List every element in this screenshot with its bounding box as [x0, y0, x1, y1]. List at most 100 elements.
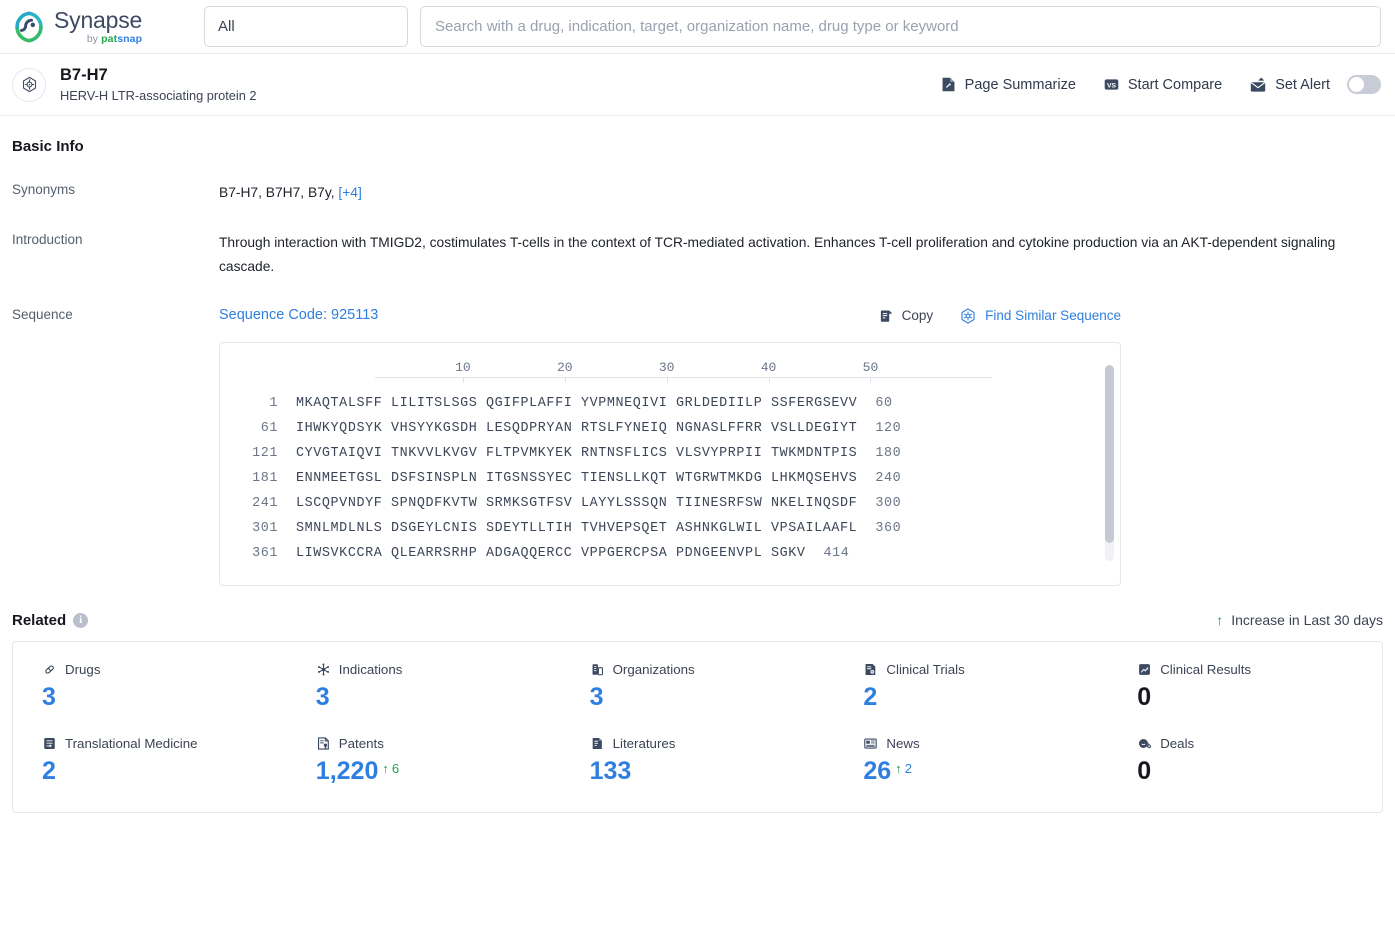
- logo-snap: snap: [117, 32, 143, 45]
- set-alert-toggle[interactable]: [1347, 75, 1381, 94]
- stat-value: 133: [589, 756, 632, 785]
- stat-label-text: Clinical Trials: [886, 661, 965, 677]
- stat-value-wrap: 2: [42, 757, 287, 786]
- stat-value: 2: [42, 756, 56, 785]
- stat-label: Clinical Results: [1137, 662, 1382, 677]
- toggle-knob: [1349, 77, 1364, 92]
- sequence-line-residues: LIWSVKCCRA QLEARRSRHP ADGAQQERCC VPPGERC…: [296, 545, 806, 561]
- stat-value: 3: [315, 682, 330, 711]
- logo-pat: pat: [101, 32, 118, 45]
- translational-icon: [42, 736, 57, 751]
- svg-text:VS: VS: [1107, 82, 1117, 89]
- related-stat-deals[interactable]: Deals 0: [1108, 736, 1382, 786]
- clinical-results-icon: [1137, 662, 1152, 677]
- related-stat-organizations[interactable]: Organizations 3: [561, 662, 835, 712]
- stat-value-wrap: 3: [590, 683, 835, 712]
- sequence-line-start: 361: [252, 545, 278, 561]
- search-scope-value: All: [218, 18, 235, 35]
- copy-label: Copy: [901, 308, 934, 324]
- stat-label-text: Translational Medicine: [65, 735, 198, 751]
- page-summarize-label: Page Summarize: [964, 76, 1076, 93]
- related-stat-clinical-results[interactable]: Clinical Results 0: [1108, 662, 1382, 712]
- start-compare-button[interactable]: VS Start Compare: [1103, 76, 1222, 93]
- stat-label-text: Organizations: [612, 661, 695, 677]
- sequence-line-residues: MKAQTALSFF LILITSLSGS QGIFPLAFFI YVPMNEQ…: [296, 395, 858, 411]
- stat-label-text: Indications: [338, 661, 403, 677]
- stat-label-text: Literatures: [612, 735, 676, 751]
- stat-value-wrap: 133: [590, 757, 835, 786]
- stat-label-text: Drugs: [65, 661, 101, 677]
- search-input[interactable]: [435, 18, 1366, 35]
- logo-wordmark: Synapse: [54, 6, 143, 33]
- find-similar-sequence-button[interactable]: Find Similar Sequence: [959, 304, 1121, 328]
- stat-label: Literatures: [590, 736, 835, 751]
- sequence-scrollbar[interactable]: [1105, 364, 1114, 561]
- stat-value: 2: [863, 682, 878, 711]
- related-legend-label: Increase in Last 30 days: [1231, 612, 1383, 629]
- stat-value-wrap: 3: [42, 683, 287, 712]
- ruler-tick: [666, 376, 668, 383]
- sequence-line-start: 61: [260, 420, 278, 436]
- stat-value: 0: [1137, 682, 1152, 711]
- sequence-code-link[interactable]: Sequence Code: 925113: [219, 303, 378, 328]
- sequence-line-end: 300: [875, 495, 902, 511]
- sequence-line: 1 MKAQTALSFF LILITSLSGS QGIFPLAFFI YVPMNE…: [220, 391, 1120, 416]
- main-content: Basic Info Synonyms B7-H7, B7H7, B7y, [+…: [0, 138, 1395, 813]
- ruler-tick: [768, 376, 770, 383]
- stat-value-wrap: 1,220 ↑ 6: [316, 757, 561, 786]
- stat-value-wrap: 26 ↑ 2: [863, 757, 1108, 786]
- search-bar[interactable]: [420, 6, 1381, 47]
- entity-actions: Page Summarize VS Start Compare Set Aler…: [940, 75, 1381, 94]
- page-summarize-button[interactable]: Page Summarize: [940, 76, 1076, 93]
- sequence-ruler-line: [375, 376, 992, 378]
- stat-value-wrap: 0: [1137, 757, 1382, 786]
- related-stat-patents[interactable]: Patents 1,220 ↑ 6: [287, 736, 561, 786]
- related-title: Related: [12, 611, 67, 629]
- sequence-lines: 1 MKAQTALSFF LILITSLSGS QGIFPLAFFI YVPMNE…: [220, 391, 1120, 566]
- sequence-line-residues: IHWKYQDSYK VHSYYKGSDH LESQDPRYAN RTSLFYN…: [296, 420, 858, 436]
- arrow-up-icon: ↑: [382, 760, 389, 776]
- stat-label: Indications: [316, 662, 561, 677]
- stat-delta-value: 6: [391, 760, 400, 776]
- synonyms-more-link[interactable]: [+4]: [338, 185, 361, 200]
- literature-icon: [590, 736, 605, 751]
- related-stat-news[interactable]: News 26 ↑ 2: [834, 736, 1108, 786]
- sequence-tools: Copy Find Similar Sequence: [878, 304, 1121, 328]
- stat-label: Patents: [316, 736, 561, 751]
- stat-label: Organizations: [590, 662, 835, 677]
- sequence-panel: Sequence Code: 925113 Copy Find Similar …: [219, 303, 1121, 586]
- stat-label: Translational Medicine: [42, 736, 287, 751]
- related-stat-indications[interactable]: Indications 3: [287, 662, 561, 712]
- stat-label-text: Deals: [1160, 735, 1195, 751]
- stat-value: 1,220: [315, 756, 379, 785]
- sequence-line-end: 240: [875, 470, 902, 486]
- copy-sequence-button[interactable]: Copy: [878, 304, 934, 328]
- stat-delta: ↑ 2: [895, 761, 912, 776]
- entity-subtitle: HERV-H LTR-associating protein 2: [60, 88, 257, 104]
- sequence-line-start: 1: [269, 395, 278, 411]
- entity-header: B7-H7 HERV-H LTR-associating protein 2 P…: [0, 54, 1395, 116]
- related-stat-clinical-trials[interactable]: Clinical Trials 2: [834, 662, 1108, 712]
- introduction-value: Through interaction with TMIGD2, costimu…: [219, 235, 1336, 275]
- related-stats-card: Drugs 3 Indications 3 Organizations 3 Clinical…: [12, 640, 1383, 813]
- related-stat-literatures[interactable]: Literatures 133: [561, 736, 835, 786]
- search-scope-select[interactable]: All: [204, 6, 408, 47]
- sequence-line-start: 241: [252, 495, 278, 511]
- synapse-logo-icon: [12, 10, 46, 44]
- sequence-viewer[interactable]: 10 20 30 40 50 1 MKAQTALSFF LILITSLSGS QGIFPL…: [219, 341, 1121, 586]
- set-alert-button[interactable]: Set Alert: [1249, 75, 1381, 94]
- stat-delta-value: 2: [904, 760, 912, 776]
- organization-icon: [590, 662, 605, 677]
- sequence-line-end: 60: [875, 395, 893, 411]
- sequence-line-end: 180: [875, 445, 902, 461]
- sequence-scrollbar-thumb[interactable]: [1105, 364, 1114, 543]
- related-stat-translational-medicine[interactable]: Translational Medicine 2: [13, 736, 287, 786]
- drug-capsule-icon: [42, 662, 57, 677]
- sequence-inner: 10 20 30 40 50 1 MKAQTALSFF LILITSLSGS QGIFPL…: [220, 343, 1120, 566]
- info-icon[interactable]: i: [73, 612, 89, 628]
- related-stat-drugs[interactable]: Drugs 3: [13, 662, 287, 712]
- sequence-line-end: 414: [823, 545, 850, 561]
- sequence-ruler: 10 20 30 40 50: [220, 357, 1120, 391]
- app-logo[interactable]: Synapse by patsnap: [12, 6, 190, 45]
- clinical-trials-icon: [863, 662, 878, 677]
